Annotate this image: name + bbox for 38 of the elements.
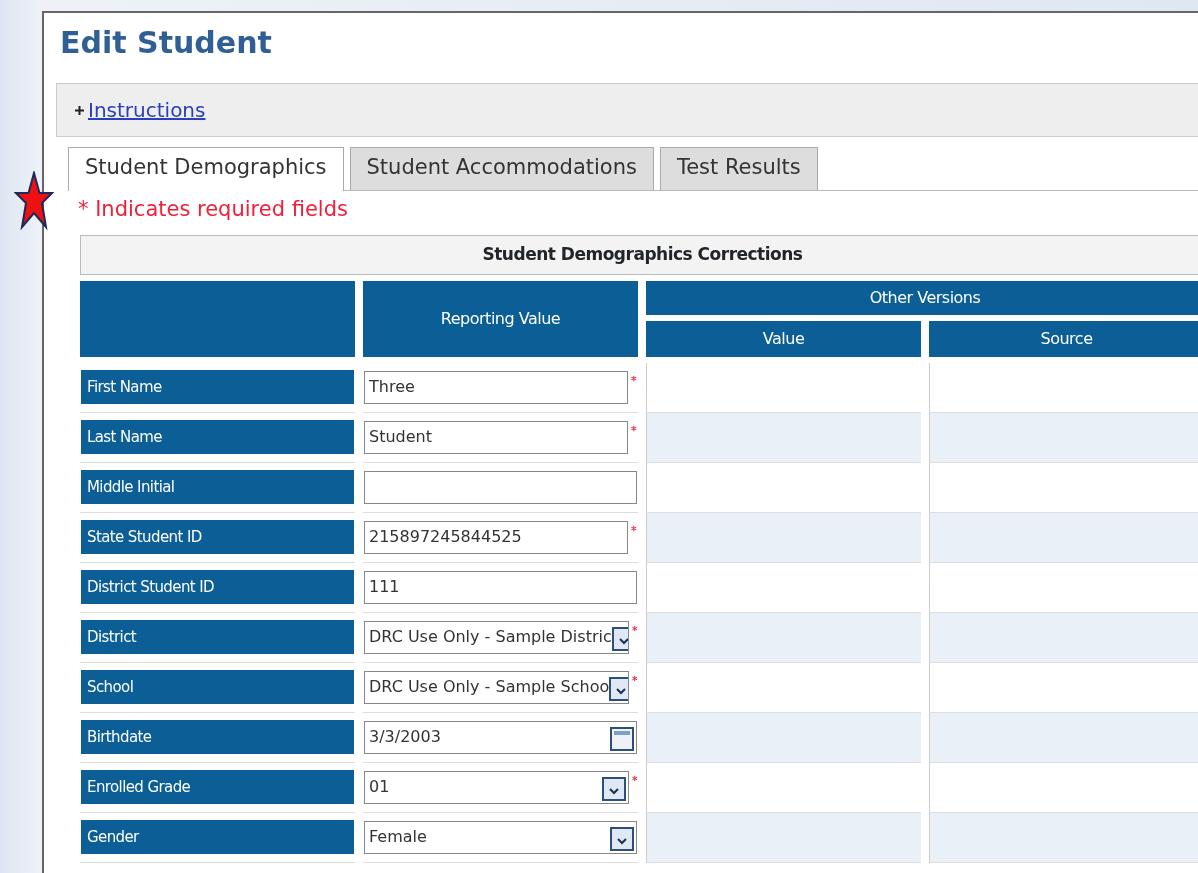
field-label: District Student ID — [81, 570, 354, 604]
tab[interactable]: Test Results — [659, 147, 818, 190]
field-label: State Student ID — [81, 520, 354, 554]
column-header: Reporting Value — [363, 280, 638, 357]
field-label: Last Name — [81, 420, 354, 454]
page-title: Edit Student — [60, 25, 273, 61]
dropdown-field[interactable]: 01 — [364, 770, 629, 804]
column-header: Source — [929, 320, 1198, 357]
dropdown-field[interactable]: Female — [364, 820, 637, 854]
text-field[interactable]: Student — [364, 420, 629, 454]
table-caption: Student Demographics Corrections — [80, 234, 1198, 275]
column-header: Value — [646, 320, 921, 357]
dropdown-field[interactable]: DRC Use Only - Sample Schoo — [364, 670, 629, 704]
star-icon — [14, 171, 54, 231]
tab[interactable]: Student Accommodations — [349, 147, 654, 190]
instructions-link[interactable]: Instructions — [88, 95, 206, 125]
dropdown-icon[interactable] — [610, 827, 634, 851]
text-field[interactable]: 111 — [364, 570, 637, 604]
field-label: District — [81, 620, 354, 654]
calendar-icon[interactable] — [610, 727, 634, 751]
field-label: Middle Initial — [81, 470, 354, 504]
expand-icon[interactable] — [75, 105, 84, 115]
dropdown-icon[interactable] — [609, 677, 628, 701]
field-label: First Name — [81, 370, 354, 404]
field-label: Enrolled Grade — [81, 770, 354, 804]
column-header: Other Versions — [646, 280, 1198, 315]
text-field[interactable]: Three — [364, 370, 629, 404]
field-label: Gender — [81, 820, 354, 854]
text-field[interactable]: 215897245844525 — [364, 520, 629, 554]
required-note: * Indicates required fields — [78, 195, 349, 223]
dropdown-field[interactable]: DRC Use Only - Sample Distric — [364, 620, 629, 654]
date-field[interactable]: 3/3/2003 — [364, 720, 637, 754]
text-field[interactable] — [364, 470, 637, 504]
field-label: Birthdate — [81, 720, 354, 754]
field-label: School — [81, 670, 354, 704]
tab[interactable]: Student Demographics — [68, 147, 344, 191]
dropdown-icon[interactable] — [601, 777, 626, 801]
dropdown-icon[interactable] — [611, 627, 628, 651]
